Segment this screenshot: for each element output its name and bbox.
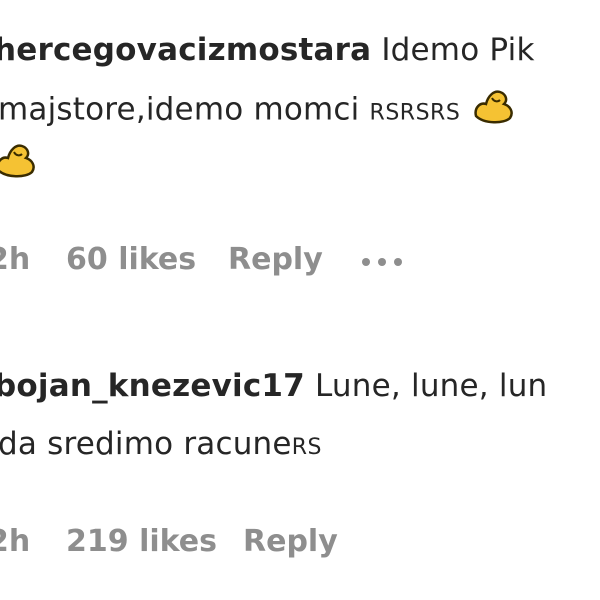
comment-2-likes[interactable]: 219 likes [66,522,217,562]
comment-1-line-2: majstore,idemo momci RSRSRS [0,86,516,136]
comment-1-text-1: Idemo Pik [381,32,535,68]
comment-2-meta: 2h 219 likes Reply [0,522,600,562]
comment-1-likes[interactable]: 60 likes [66,240,196,280]
comment-2-reply-button[interactable]: Reply [243,522,338,562]
flexed-biceps-icon [470,86,516,136]
comment-1-meta: 2h 60 likes Reply [0,240,600,280]
comment-2-text-2: da sredimo racune [0,426,292,462]
comment-2-username[interactable]: bojan_knezevic17 [0,368,305,404]
comment-1-reply-button[interactable]: Reply [228,240,323,280]
comment-1-suffix: RSRSRS [369,100,461,126]
comment-2-line-2: da sredimo racuneRS [0,424,322,468]
comment-2-line-1: bojan_knezevic17 Lune, lune, lun [0,366,547,406]
comment-2-text-1: Lune, lune, lun [315,368,548,404]
comment-1-line-1: hercegovacizmostara Idemo Pik [0,30,535,70]
comment-1-text-2: majstore,idemo momci [0,91,360,128]
comment-2-time: 2h [0,524,31,559]
more-options-icon[interactable] [362,258,402,266]
flexed-biceps-icon [0,140,38,190]
comment-1-username[interactable]: hercegovacizmostara [0,32,371,68]
comment-1-line-3 [0,140,38,190]
comment-1-time: 2h [0,242,31,277]
comment-2-suffix: RS [291,435,322,460]
